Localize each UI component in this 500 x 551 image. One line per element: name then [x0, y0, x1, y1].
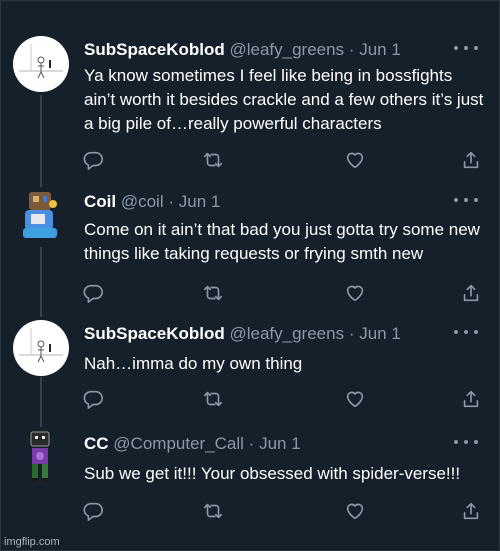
tweet[interactable]: SubSpaceKoblod @leafy_greens · Jun 1 Ya …	[0, 36, 500, 186]
avatar[interactable]	[13, 188, 69, 244]
handle[interactable]: @coil	[121, 192, 164, 211]
tweet-text: Nah…imma do my own thing	[84, 354, 303, 373]
watermark: imgflip.com	[4, 536, 60, 548]
share-icon[interactable]	[460, 500, 482, 522]
display-name[interactable]: SubSpaceKoblod	[84, 324, 225, 343]
cc-avatar-icon	[30, 431, 50, 482]
share-icon[interactable]	[460, 282, 482, 304]
retweet-icon[interactable]	[202, 500, 224, 522]
tweet-text: Sub we get it!!! Your obsessed with spid…	[84, 464, 461, 483]
timestamp[interactable]: Jun 1	[359, 324, 401, 343]
tweet-actions	[82, 500, 482, 524]
more-icon[interactable]	[454, 432, 478, 452]
separator: ·	[248, 434, 255, 453]
like-icon[interactable]	[344, 149, 366, 171]
avatar[interactable]	[13, 36, 69, 92]
tweet[interactable]: CC @Computer_Call · Jun 1 Sub we get it!…	[0, 430, 500, 530]
handle[interactable]: @Computer_Call	[113, 434, 244, 453]
display-name[interactable]: SubSpaceKoblod	[84, 40, 225, 59]
avatar[interactable]	[13, 320, 69, 376]
tweet-header: SubSpaceKoblod @leafy_greens · Jun 1	[84, 39, 480, 61]
tweet-actions	[82, 282, 482, 306]
timestamp[interactable]: Jun 1	[259, 434, 301, 453]
reply-icon[interactable]	[82, 149, 104, 171]
retweet-icon[interactable]	[202, 149, 224, 171]
tweet-header: CC @Computer_Call · Jun 1	[84, 433, 480, 455]
retweet-icon[interactable]	[202, 282, 224, 304]
more-icon[interactable]	[454, 190, 478, 210]
tweet-header: SubSpaceKoblod @leafy_greens · Jun 1	[84, 323, 480, 345]
reply-icon[interactable]	[82, 500, 104, 522]
like-icon[interactable]	[344, 500, 366, 522]
share-icon[interactable]	[460, 149, 482, 171]
separator: ·	[348, 40, 355, 59]
koblod-avatar-icon	[19, 44, 63, 79]
tweet-actions	[82, 388, 482, 412]
reply-icon[interactable]	[82, 388, 104, 410]
avatar[interactable]	[13, 430, 69, 486]
tweet[interactable]: SubSpaceKoblod @leafy_greens · Jun 1 Nah…	[0, 320, 500, 420]
tweet-header: Coil @coil · Jun 1	[84, 191, 480, 213]
display-name[interactable]: CC	[84, 434, 109, 453]
tweet-text: Ya know sometimes I feel like being in b…	[84, 66, 484, 133]
koblod-avatar-icon	[19, 328, 63, 363]
more-icon[interactable]	[454, 322, 478, 342]
timestamp[interactable]: Jun 1	[359, 40, 401, 59]
tweet[interactable]: Coil @coil · Jun 1 Come on it ain’t that…	[0, 188, 500, 308]
tweet-text: Come on it ain’t that bad you just gotta…	[84, 220, 480, 263]
separator: ·	[348, 324, 355, 343]
like-icon[interactable]	[344, 282, 366, 304]
share-icon[interactable]	[460, 388, 482, 410]
like-icon[interactable]	[344, 388, 366, 410]
more-icon[interactable]	[454, 38, 478, 58]
coil-avatar-icon	[23, 192, 57, 238]
tweet-actions	[82, 149, 482, 173]
handle[interactable]: @leafy_greens	[229, 324, 344, 343]
display-name[interactable]: Coil	[84, 192, 116, 211]
handle[interactable]: @leafy_greens	[229, 40, 344, 59]
timestamp[interactable]: Jun 1	[179, 192, 221, 211]
reply-icon[interactable]	[82, 282, 104, 304]
retweet-icon[interactable]	[202, 388, 224, 410]
separator: ·	[168, 192, 175, 211]
